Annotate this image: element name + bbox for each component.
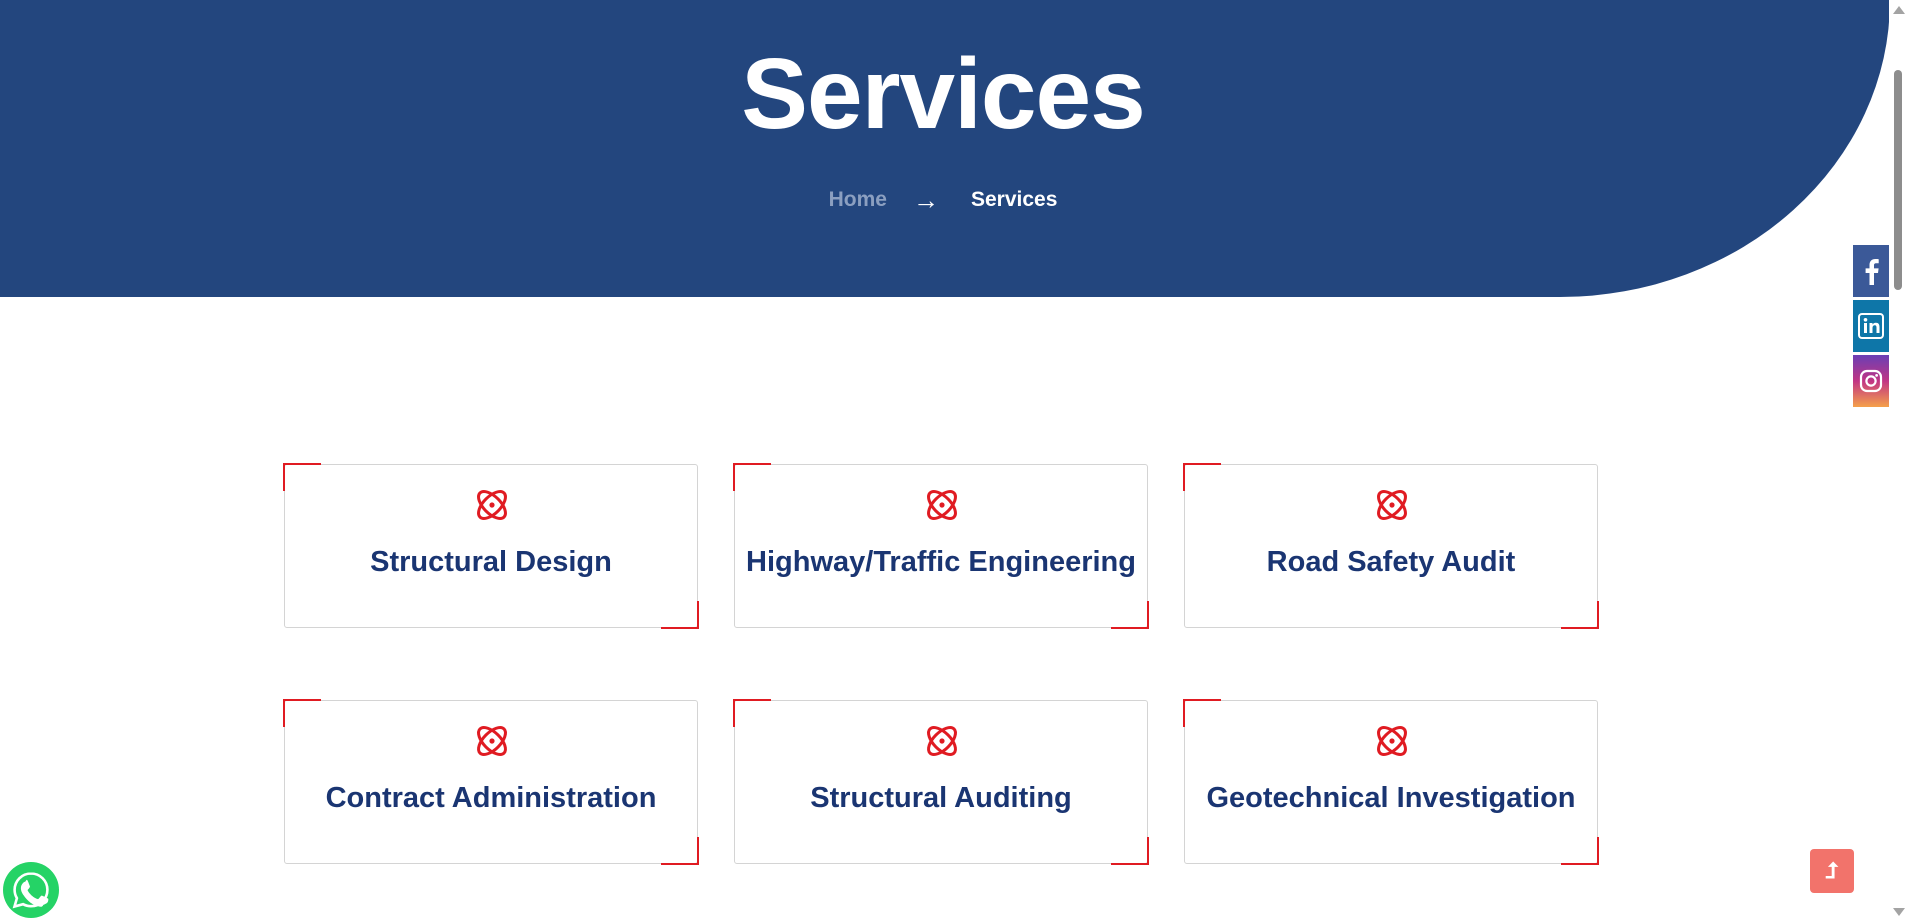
service-title: Road Safety Audit — [1266, 546, 1516, 578]
whatsapp-icon — [12, 872, 49, 909]
atom-icon — [477, 490, 507, 520]
card-corner-accent — [1183, 699, 1221, 727]
card-corner-accent — [283, 463, 321, 491]
breadcrumb-current: Services — [970, 188, 1058, 211]
scrollbar-thumb[interactable] — [1894, 70, 1902, 290]
card-corner-accent — [283, 699, 321, 727]
service-title: Geotechnical Investigation — [1206, 782, 1576, 814]
atom-icon — [927, 726, 957, 756]
linkedin-icon — [1858, 313, 1884, 339]
card-corner-accent — [1561, 837, 1599, 865]
instagram-icon — [1859, 369, 1883, 393]
facebook-icon — [1865, 259, 1879, 285]
page-hero: Services Home → Services — [0, 0, 1890, 297]
atom-icon — [477, 726, 507, 756]
breadcrumb-home-link[interactable]: Home — [829, 188, 887, 212]
scroll-down-arrow-icon[interactable] — [1893, 908, 1905, 916]
service-card-contract-administration[interactable]: Contract Administration — [283, 699, 699, 865]
card-corner-accent — [733, 699, 771, 727]
card-corner-accent — [733, 463, 771, 491]
service-card-highway-traffic-engineering[interactable]: Highway/Traffic Engineering — [733, 463, 1149, 629]
arrow-up-icon: ⮥ — [1825, 858, 1839, 883]
breadcrumb-arrow-icon: → — [912, 185, 939, 215]
service-title: Contract Administration — [325, 782, 657, 814]
whatsapp-button[interactable] — [3, 862, 59, 918]
instagram-button[interactable] — [1853, 355, 1889, 407]
card-corner-accent — [661, 601, 699, 629]
service-card-structural-auditing[interactable]: Structural Auditing — [733, 699, 1149, 865]
atom-icon — [1377, 490, 1407, 520]
service-title: Structural Auditing — [810, 782, 1072, 814]
service-card-geotechnical-investigation[interactable]: Geotechnical Investigation — [1183, 699, 1599, 865]
service-title: Structural Design — [370, 546, 612, 578]
facebook-button[interactable] — [1853, 245, 1889, 297]
card-corner-accent — [1111, 601, 1149, 629]
card-corner-accent — [661, 837, 699, 865]
service-card-structural-design[interactable]: Structural Design — [283, 463, 699, 629]
page-title: Services — [741, 38, 1145, 150]
service-title: Highway/Traffic Engineering — [746, 546, 1136, 578]
scroll-to-top-button[interactable]: ⮥ — [1810, 849, 1854, 893]
card-corner-accent — [1111, 837, 1149, 865]
service-card-road-safety-audit[interactable]: Road Safety Audit — [1183, 463, 1599, 629]
card-corner-accent — [1183, 463, 1221, 491]
social-sidebar — [1853, 245, 1889, 410]
scroll-up-arrow-icon[interactable] — [1893, 6, 1905, 14]
breadcrumb: Home → Services — [0, 185, 1886, 215]
atom-icon — [1377, 726, 1407, 756]
card-corner-accent — [1561, 601, 1599, 629]
linkedin-button[interactable] — [1853, 300, 1889, 352]
page-scrollbar[interactable] — [1889, 0, 1907, 922]
atom-icon — [927, 490, 957, 520]
